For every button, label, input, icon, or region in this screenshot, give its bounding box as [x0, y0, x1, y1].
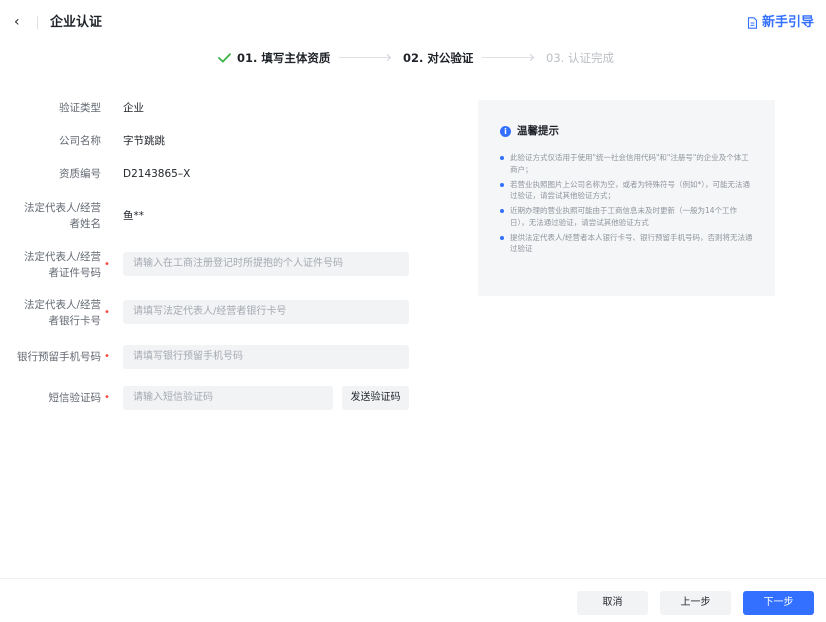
tip-text: 若营业执照图片上公司名称为空，或者为特殊符号（例如*），可能无法通过验证，请尝试…	[510, 179, 750, 201]
step-connector	[482, 57, 532, 58]
check-icon	[218, 53, 231, 63]
step-3-label: 03. 认证完成	[546, 51, 614, 65]
qualification-no-value: D2143865–X	[123, 168, 191, 180]
form-row-company-name: 公司名称 字节跳跳	[0, 133, 430, 149]
step-1: 01. 填写主体资质	[218, 48, 330, 68]
legal-name-label-line1: 法定代表人/经营	[23, 202, 101, 214]
tips-title-text: 温馨提示	[517, 125, 559, 137]
legal-bank-label-line2: 者银行卡号	[48, 315, 102, 327]
form-row-legal-id: 法定代表人/经营 者证件号码 • 请输入在工商注册登记时所提抱的个人证件号码	[0, 249, 430, 281]
page-title: 企业认证	[50, 15, 103, 30]
next-step-button[interactable]: 下一步	[743, 591, 814, 615]
tip-item: 此验证方式仅适用于使用"统一社会信用代码"和"注册号"的企业及个体工商户；	[500, 152, 754, 175]
header-divider	[37, 16, 38, 29]
legal-name-label: 法定代表人/经营 者姓名	[1, 200, 101, 232]
tip-text: 近期办理的营业执照可能由于工商信息未及时更新（一般为14个工作日），无法通过验证…	[510, 206, 738, 227]
legal-bank-input[interactable]: 请填写法定代表人/经营者银行卡号	[123, 300, 409, 324]
send-code-button[interactable]: 发送验证码	[342, 386, 409, 410]
cancel-button[interactable]: 取消	[577, 591, 648, 615]
verify-type-value: 企业	[123, 102, 144, 114]
info-icon: i	[500, 125, 511, 137]
legal-name-value: 鱼**	[123, 210, 144, 222]
tips-title: i 温馨提示	[500, 124, 559, 138]
form-row-legal-bank: 法定代表人/经营 者银行卡号 • 请填写法定代表人/经营者银行卡号	[0, 297, 430, 329]
guide-label: 新手引导	[761, 15, 814, 30]
form-row-bank-phone: 银行预留手机号码 • 请填写银行预留手机号码	[0, 345, 430, 369]
tip-item: 若营业执照图片上公司名称为空，或者为特殊符号（例如*），可能无法通过验证，请尝试…	[500, 179, 754, 202]
bank-phone-label: 银行预留手机号码	[17, 351, 101, 363]
legal-name-label-line2: 者姓名	[69, 218, 102, 230]
bullet-icon	[500, 209, 504, 213]
step-connector	[339, 57, 389, 58]
bank-phone-input[interactable]: 请填写银行预留手机号码	[123, 345, 409, 369]
tip-text: 此验证方式仅适用于使用"统一社会信用代码"和"注册号"的企业及个体工商户；	[510, 153, 749, 174]
back-button[interactable]: ‹	[14, 13, 28, 31]
tip-item: 近期办理的营业执照可能由于工商信息未及时更新（一般为14个工作日），无法通过验证…	[500, 205, 754, 228]
verify-type-label: 验证类型	[59, 102, 101, 114]
sms-code-input[interactable]: 请输入短信验证码	[123, 386, 333, 410]
bullet-icon	[500, 235, 504, 240]
footer-divider	[0, 578, 826, 579]
bullet-icon	[500, 182, 504, 187]
form-row-qualification-no: 资质编号 D2143865–X	[0, 166, 430, 182]
tips-list: 此验证方式仅适用于使用"统一社会信用代码"和"注册号"的企业及个体工商户； 若营…	[500, 152, 754, 258]
required-mark: •	[104, 259, 110, 270]
document-icon	[747, 16, 758, 29]
form-row-sms-code: 短信验证码 • 请输入短信验证码 发送验证码	[0, 386, 430, 410]
required-mark: •	[104, 392, 110, 403]
required-mark: •	[104, 307, 110, 318]
prev-step-button[interactable]: 上一步	[660, 591, 731, 615]
tip-item: 提供法定代表人/经营者本人银行卡号、银行预留手机号码，否则将无法通过验证	[500, 232, 754, 255]
progress-steps: 01. 填写主体资质 02. 对公验证 03. 认证完成	[0, 48, 826, 68]
tips-panel: i 温馨提示 此验证方式仅适用于使用"统一社会信用代码"和"注册号"的企业及个体…	[478, 100, 775, 296]
legal-id-input[interactable]: 请输入在工商注册登记时所提抱的个人证件号码	[123, 252, 409, 276]
form-row-legal-name: 法定代表人/经营 者姓名 鱼**	[0, 200, 430, 232]
legal-bank-label: 法定代表人/经营 者银行卡号	[1, 297, 101, 329]
sms-code-label: 短信验证码	[48, 392, 102, 404]
legal-id-label-line1: 法定代表人/经营	[23, 251, 101, 263]
guide-link[interactable]: 新手引导	[747, 14, 814, 31]
required-mark: •	[104, 351, 110, 362]
qualification-no-label: 资质编号	[59, 168, 101, 180]
tip-text: 提供法定代表人/经营者本人银行卡号、银行预留手机号码，否则将无法通过验证	[510, 232, 753, 254]
company-name-label: 公司名称	[59, 135, 101, 147]
step-1-label: 01. 填写主体资质	[237, 51, 331, 65]
page-header: ‹ 企业认证 新手引导	[0, 0, 826, 44]
form-row-verify-type: 验证类型 企业	[0, 100, 430, 116]
step-2-label: 02. 对公验证	[403, 51, 474, 65]
bullet-icon	[500, 156, 504, 160]
company-name-value: 字节跳跳	[123, 135, 165, 147]
legal-id-label-line2: 者证件号码	[48, 267, 102, 279]
legal-id-label: 法定代表人/经营 者证件号码	[1, 249, 101, 281]
legal-bank-label-line1: 法定代表人/经营	[23, 299, 101, 311]
